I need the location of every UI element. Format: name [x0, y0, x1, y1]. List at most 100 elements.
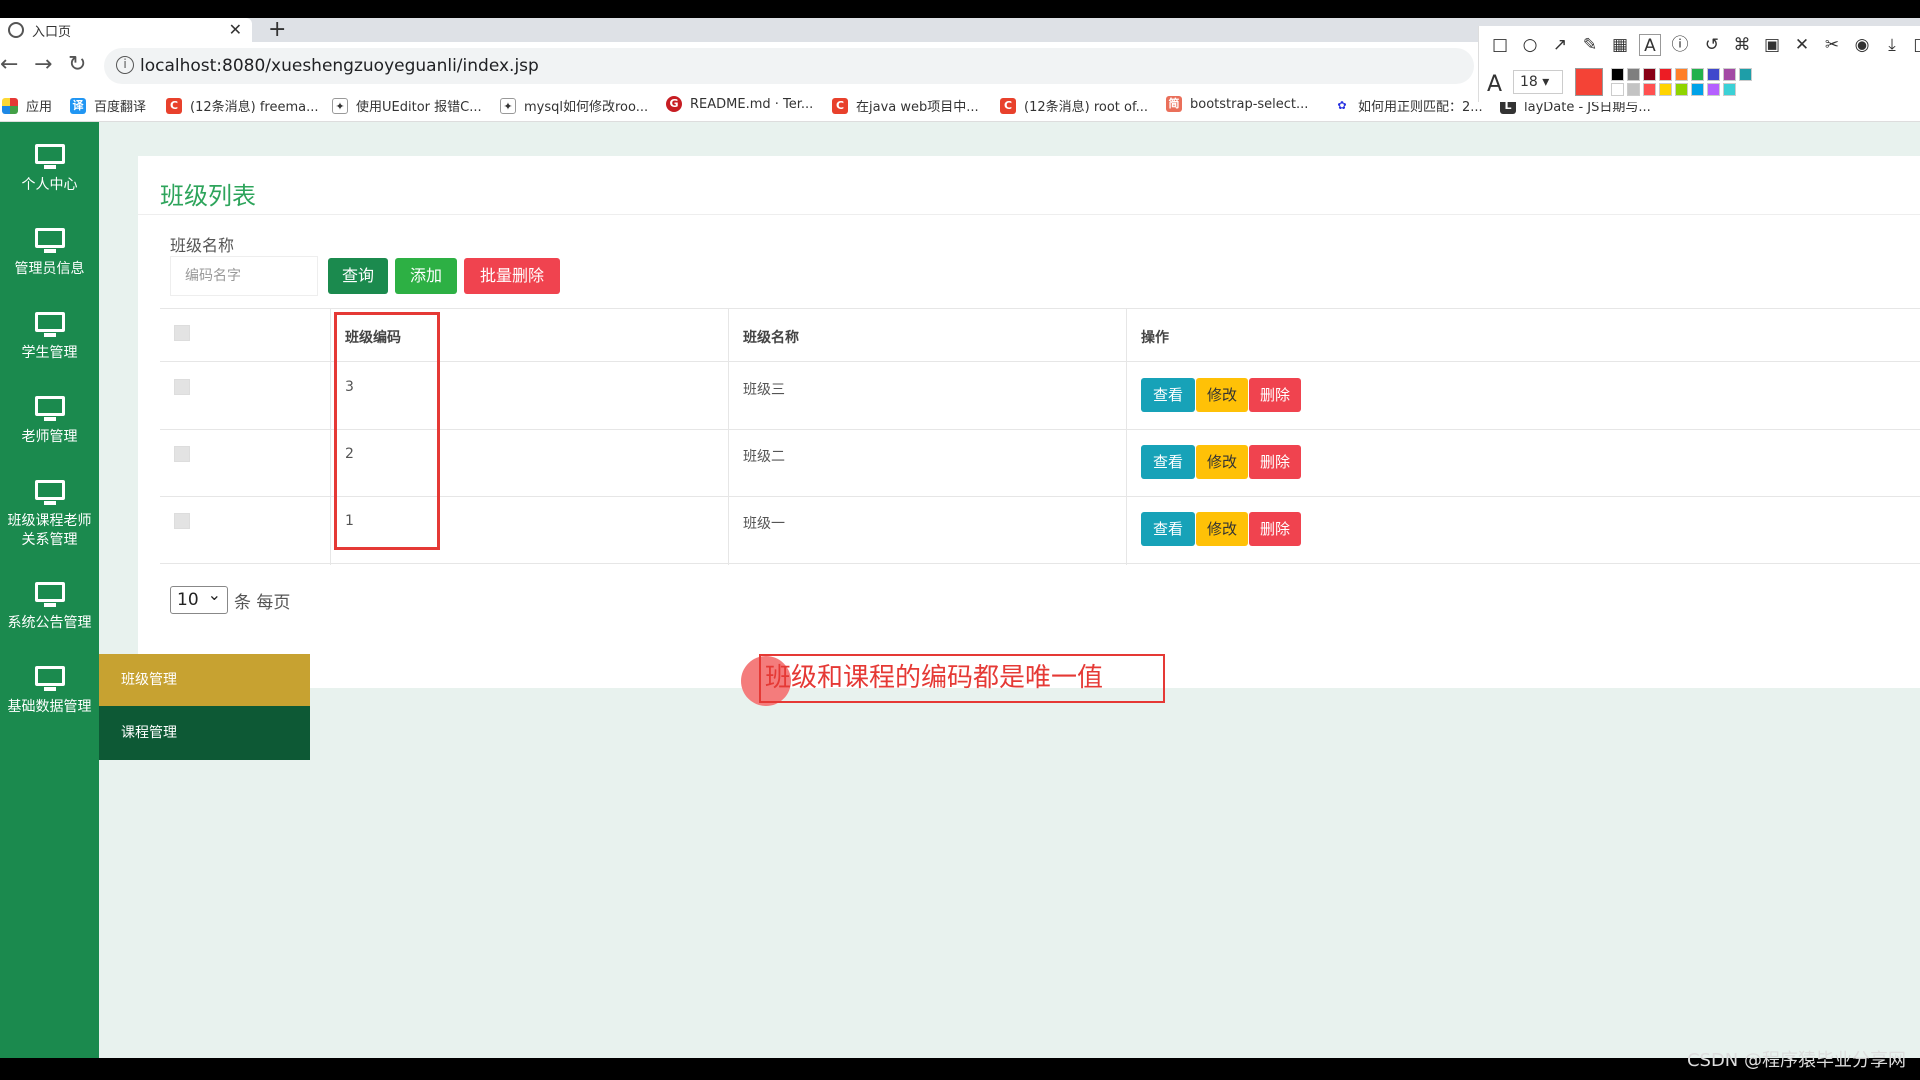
sidebar-item-class-course-teacher[interactable]: 班级课程老师关系管理	[0, 480, 99, 550]
monitor-icon	[34, 666, 65, 692]
bookmark-item[interactable]: 译百度翻译	[70, 96, 146, 115]
edit-button[interactable]: 修改	[1196, 445, 1248, 479]
sidebar-item-announcements[interactable]: 系统公告管理	[0, 582, 99, 633]
font-size-select[interactable]: 18 ▾	[1513, 70, 1563, 94]
view-button[interactable]: 查看	[1141, 512, 1195, 546]
record-icon[interactable]: ◉	[1851, 34, 1873, 56]
color-swatch[interactable]	[1627, 83, 1640, 96]
pen-tool-icon[interactable]: ✎	[1579, 34, 1601, 56]
col-divider	[728, 309, 729, 565]
monitor-icon	[34, 228, 65, 254]
baidu-icon: ✿	[1334, 97, 1350, 114]
sidebar-item-personal-center[interactable]: 个人中心	[0, 144, 99, 195]
reload-icon[interactable]: ↻	[68, 52, 86, 78]
bulk-delete-button[interactable]: 批量删除	[464, 258, 560, 294]
edit-button[interactable]: 修改	[1196, 378, 1248, 412]
sidebar-item-students[interactable]: 学生管理	[0, 312, 99, 363]
submenu-item-class-management[interactable]: 班级管理	[99, 654, 310, 706]
copy-icon[interactable]: ▯	[1907, 34, 1920, 56]
page-size-suffix: 条 每页	[234, 592, 291, 613]
download-icon[interactable]: ⤓	[1881, 34, 1903, 56]
cancel-icon[interactable]: ✕	[1791, 34, 1813, 56]
color-swatch[interactable]	[1707, 83, 1720, 96]
bookmark-item[interactable]: C (12条消息) freema...	[166, 96, 318, 115]
sidebar-item-teachers[interactable]: 老师管理	[0, 396, 99, 447]
color-swatch[interactable]	[1675, 83, 1688, 96]
text-tool-icon[interactable]: A	[1639, 34, 1661, 56]
sidebar-item-basic-data[interactable]: 基础数据管理	[0, 666, 99, 717]
top-black-band	[0, 0, 1920, 18]
rectangle-tool-icon[interactable]: □	[1489, 34, 1511, 56]
column-header-name: 班级名称	[743, 330, 799, 346]
arrow-tool-icon[interactable]: ↗	[1549, 34, 1571, 56]
view-button[interactable]: 查看	[1141, 378, 1195, 412]
bookmark-item[interactable]: ✦ 使用UEditor 报错C...	[332, 96, 482, 115]
submenu-item-course-management[interactable]: 课程管理	[99, 706, 310, 760]
view-button[interactable]: 查看	[1141, 445, 1195, 479]
color-swatch[interactable]	[1627, 68, 1640, 81]
bookmark-item[interactable]: C (12条消息) root of...	[1000, 96, 1148, 115]
bookmark-apps[interactable]: 应用	[2, 96, 52, 115]
bookmark-item[interactable]: G README.md · Ter...	[666, 96, 813, 112]
color-swatch[interactable]	[1675, 68, 1688, 81]
browser-tab[interactable]: 入口页 ✕	[0, 18, 252, 42]
translate-icon[interactable]: ▣	[1761, 34, 1783, 56]
screen: 入口页 ✕ + ← → ↻ i localhost:8080/xueshengz…	[0, 0, 1920, 1080]
app-area: 个人中心 管理员信息 学生管理 老师管理 班级课程老师关系管理 系统公告管理 基…	[0, 122, 1920, 1058]
sidebar-item-admin-info[interactable]: 管理员信息	[0, 228, 99, 279]
new-tab-button[interactable]: +	[268, 18, 286, 42]
info-icon[interactable]: i	[116, 56, 134, 74]
number-tool-icon[interactable]: ⓘ	[1669, 34, 1691, 56]
pin-icon[interactable]: ⌘	[1731, 34, 1753, 56]
col-divider	[1126, 309, 1127, 565]
annotation-text-box[interactable]: 班级和课程的编码都是唯一值	[759, 654, 1165, 703]
bottom-black-band	[0, 1058, 1920, 1080]
color-swatch[interactable]	[1659, 68, 1672, 81]
back-icon[interactable]: ←	[0, 52, 18, 78]
watermark: CSDN @程序猿毕业分享网	[1686, 1050, 1906, 1071]
bookmark-item[interactable]: C 在java web项目中...	[832, 96, 979, 115]
bookmark-item[interactable]: ✦ mysql如何修改roo...	[500, 96, 648, 115]
row-checkbox[interactable]	[174, 513, 190, 529]
select-all-checkbox[interactable]	[174, 325, 190, 341]
url-text: localhost:8080/xueshengzuoyeguanli/index…	[140, 56, 539, 76]
color-swatch[interactable]	[1643, 83, 1656, 96]
color-swatch[interactable]	[1691, 83, 1704, 96]
active-color-swatch[interactable]	[1575, 68, 1603, 96]
pin-screen-icon[interactable]: ✂	[1821, 34, 1843, 56]
delete-button[interactable]: 删除	[1249, 512, 1301, 546]
search-input[interactable]: 编码名字	[170, 256, 318, 296]
jianshu-icon: 简	[1166, 96, 1182, 112]
color-swatch[interactable]	[1723, 83, 1736, 96]
row-checkbox[interactable]	[174, 379, 190, 395]
page-size-select[interactable]: 10	[170, 582, 228, 614]
col-divider	[330, 309, 331, 565]
query-button[interactable]: 查询	[328, 258, 388, 294]
tab-title: 入口页	[32, 24, 72, 40]
bookmark-item[interactable]: 简 bootstrap-select...	[1166, 96, 1308, 112]
color-swatch[interactable]	[1723, 68, 1736, 81]
color-swatch[interactable]	[1691, 68, 1704, 81]
gitee-icon: G	[666, 96, 682, 112]
bookmark-item[interactable]: ✿ 如何用正则匹配：2...	[1334, 96, 1483, 115]
add-button[interactable]: 添加	[395, 258, 457, 294]
delete-button[interactable]: 删除	[1249, 378, 1301, 412]
close-tab-icon[interactable]: ✕	[229, 20, 242, 39]
row-checkbox[interactable]	[174, 446, 190, 462]
forward-icon[interactable]: →	[34, 52, 52, 78]
bookmark-icon: ✦	[332, 97, 348, 114]
edit-button[interactable]: 修改	[1196, 512, 1248, 546]
delete-button[interactable]: 删除	[1249, 445, 1301, 479]
monitor-icon	[34, 144, 65, 170]
color-swatch[interactable]	[1611, 68, 1624, 81]
title-divider	[138, 214, 1920, 215]
color-swatch[interactable]	[1643, 68, 1656, 81]
url-field[interactable]: i localhost:8080/xueshengzuoyeguanli/ind…	[104, 48, 1474, 84]
color-swatch[interactable]	[1611, 83, 1624, 96]
color-swatch[interactable]	[1739, 68, 1752, 81]
ellipse-tool-icon[interactable]: ○	[1519, 34, 1541, 56]
undo-icon[interactable]: ↺	[1701, 34, 1723, 56]
color-swatch[interactable]	[1707, 68, 1720, 81]
color-swatch[interactable]	[1659, 83, 1672, 96]
mosaic-tool-icon[interactable]: ▦	[1609, 34, 1631, 56]
